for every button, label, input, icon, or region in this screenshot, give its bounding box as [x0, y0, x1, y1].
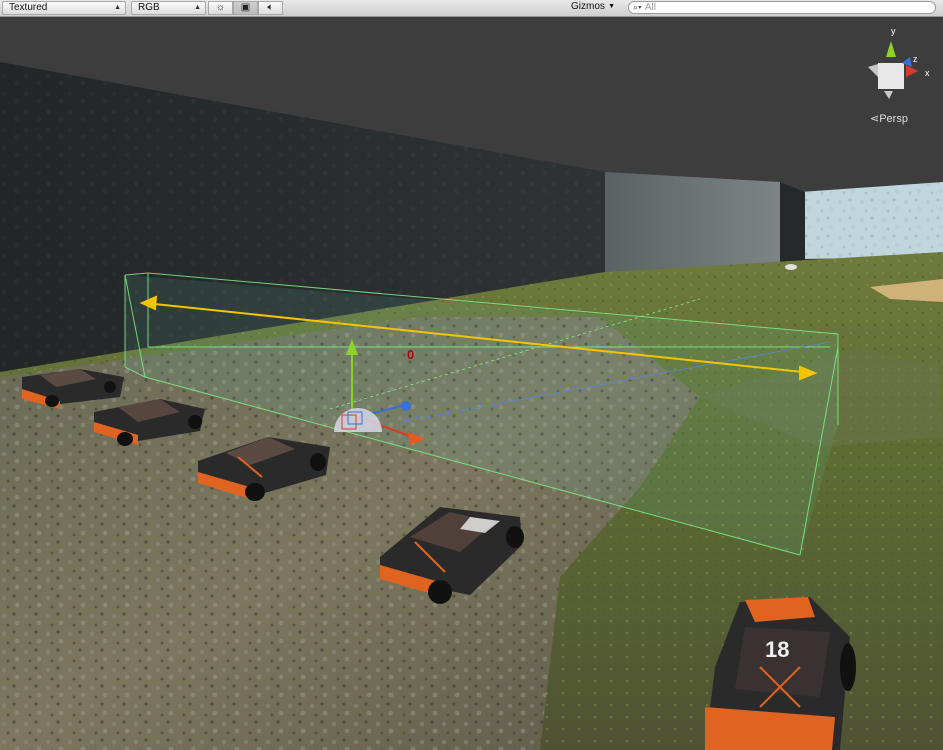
render-mode-dropdown[interactable]: Textured ▲ — [2, 1, 126, 15]
scene-viewport[interactable]: 0 18 y z x ⋖Persp — [0, 17, 943, 750]
speaker-icon: 🔈︎ — [267, 2, 274, 13]
dropdown-arrow-icon: ▲ — [194, 4, 201, 11]
scene-toolbar: Textured ▲ RGB ▲ ☼ ▣ 🔈︎ Gizmos ▼ ⌕▾ All — [0, 0, 943, 17]
axis-label-x: x — [925, 68, 930, 78]
color-mode-value: RGB — [138, 2, 160, 13]
pivot-label: 0 — [407, 347, 414, 362]
scene-lighting-toggle[interactable]: ☼ — [208, 1, 233, 15]
search-icon: ⌕▾ — [633, 2, 642, 12]
car-number: 18 — [765, 637, 789, 662]
axis-label-z: z — [913, 54, 918, 64]
color-mode-dropdown[interactable]: RGB ▲ — [131, 1, 206, 15]
search-placeholder: All — [644, 2, 656, 13]
scene-render: 0 18 y z x — [0, 17, 943, 750]
dropdown-arrow-icon: ▼ — [608, 3, 615, 10]
gizmos-label: Gizmos — [571, 1, 605, 12]
search-input[interactable]: ⌕▾ All — [628, 1, 936, 14]
mid-wall — [605, 172, 780, 272]
sun-icon: ☼ — [215, 2, 226, 13]
projection-label: Persp — [879, 113, 908, 125]
axis-label-y: y — [891, 26, 896, 36]
scene-audio-toggle[interactable]: 🔈︎ — [258, 1, 283, 15]
scene-fx-toggle[interactable]: ▣ — [233, 1, 258, 15]
render-mode-value: Textured — [9, 2, 48, 13]
gizmos-dropdown[interactable]: Gizmos ▼ — [566, 1, 618, 15]
persp-icon: ⋖ — [870, 113, 880, 125]
projection-toggle[interactable]: ⋖Persp — [870, 112, 908, 125]
dropdown-arrow-icon: ▲ — [114, 4, 121, 11]
image-icon: ▣ — [240, 2, 251, 13]
